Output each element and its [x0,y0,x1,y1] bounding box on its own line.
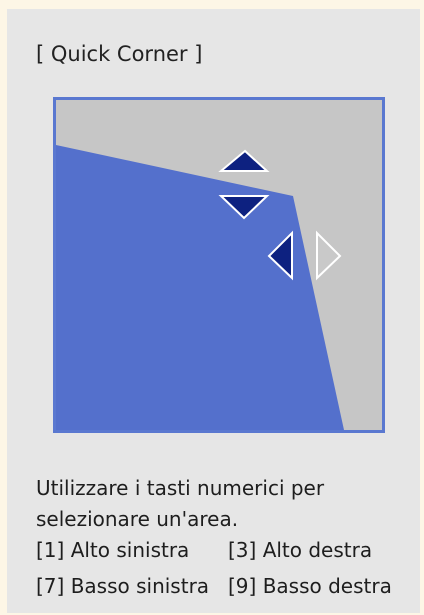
key-basso-destra: [9] Basso destra [228,574,392,598]
key-basso-sinistra: [7] Basso sinistra [36,574,210,598]
key-row-top: [1] Alto sinistra [3] Alto destra [36,535,392,566]
key-alto-sinistra: [1] Alto sinistra [36,538,190,562]
key-alto-destra: [3] Alto destra [228,538,373,562]
instructions: Utilizzare i tasti numerici per selezion… [36,473,392,602]
instruction-line-2: selezionare un'area. [36,507,239,531]
corner-preview [53,97,385,433]
quick-corner-dialog: [ Quick Corner ] Utilizzare i tasti nume… [7,9,420,613]
instruction-line-1: Utilizzare i tasti numerici per [36,476,325,500]
key-row-bottom: [7] Basso sinistra [9] Basso destra [36,571,392,602]
dialog-title: [ Quick Corner ] [36,42,203,66]
